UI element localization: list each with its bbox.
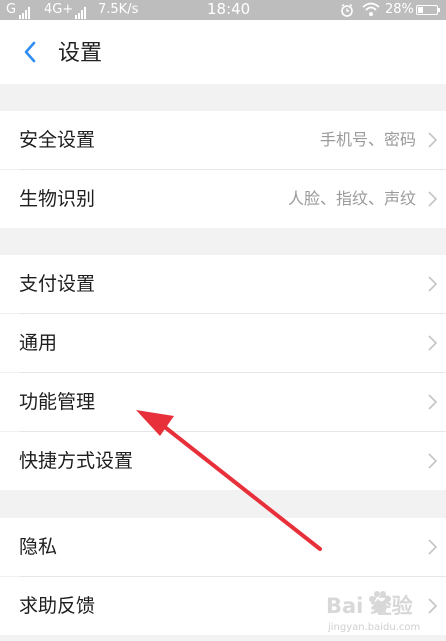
chevron-right-icon — [428, 132, 438, 148]
settings-item-security[interactable]: 安全设置 手机号、密码 — [0, 111, 446, 169]
settings-item-biometrics[interactable]: 生物识别 人脸、指纹、声纹 — [0, 170, 446, 228]
battery-icon — [416, 5, 440, 15]
chevron-right-icon — [428, 276, 438, 292]
settings-item-feature-management[interactable]: 功能管理 — [0, 373, 446, 431]
watermark: Bai 经验 jingyan.baidu.com — [322, 584, 446, 641]
settings-item-value: 人脸、指纹、声纹 — [287, 189, 416, 208]
chevron-right-icon — [428, 335, 438, 351]
wifi-icon — [362, 2, 380, 21]
app-bar: 设置 — [0, 20, 446, 84]
carrier-label-1: G — [6, 2, 17, 17]
signal-icon — [19, 4, 31, 19]
settings-item-label: 支付设置 — [19, 273, 96, 295]
battery-percent: 28% — [385, 2, 414, 17]
chevron-right-icon — [428, 539, 438, 555]
settings-item-label: 通用 — [19, 332, 58, 354]
settings-item-value: 手机号、密码 — [319, 130, 416, 149]
watermark-url: jingyan.baidu.com — [328, 622, 421, 633]
settings-item-label: 求助反馈 — [19, 595, 96, 617]
signal-icon — [75, 4, 87, 19]
settings-item-payment[interactable]: 支付设置 — [0, 255, 446, 313]
settings-item-label: 安全设置 — [19, 129, 96, 151]
battery-cap — [438, 8, 440, 12]
settings-item-shortcuts[interactable]: 快捷方式设置 — [0, 432, 446, 490]
page-title: 设置 — [58, 41, 103, 66]
battery-fill — [418, 7, 423, 13]
settings-item-label: 功能管理 — [19, 391, 96, 413]
settings-item-label: 生物识别 — [19, 188, 96, 210]
chevron-left-icon[interactable] — [16, 38, 44, 66]
status-bar: G 4G+ 7.5K/s 18:40 28% — [0, 0, 446, 20]
settings-item-label: 隐私 — [19, 536, 58, 558]
chevron-right-icon — [428, 394, 438, 410]
chevron-right-icon — [428, 191, 438, 207]
settings-item-label: 快捷方式设置 — [19, 450, 134, 472]
watermark-brand: Bai 经验 — [326, 594, 413, 618]
network-speed: 7.5K/s — [98, 2, 139, 17]
settings-item-general[interactable]: 通用 — [0, 314, 446, 372]
settings-item-privacy[interactable]: 隐私 — [0, 518, 446, 576]
chevron-right-icon — [428, 453, 438, 469]
status-time: 18:40 — [207, 0, 251, 18]
carrier-label-2: 4G+ — [44, 2, 74, 17]
alarm-icon — [340, 3, 354, 21]
